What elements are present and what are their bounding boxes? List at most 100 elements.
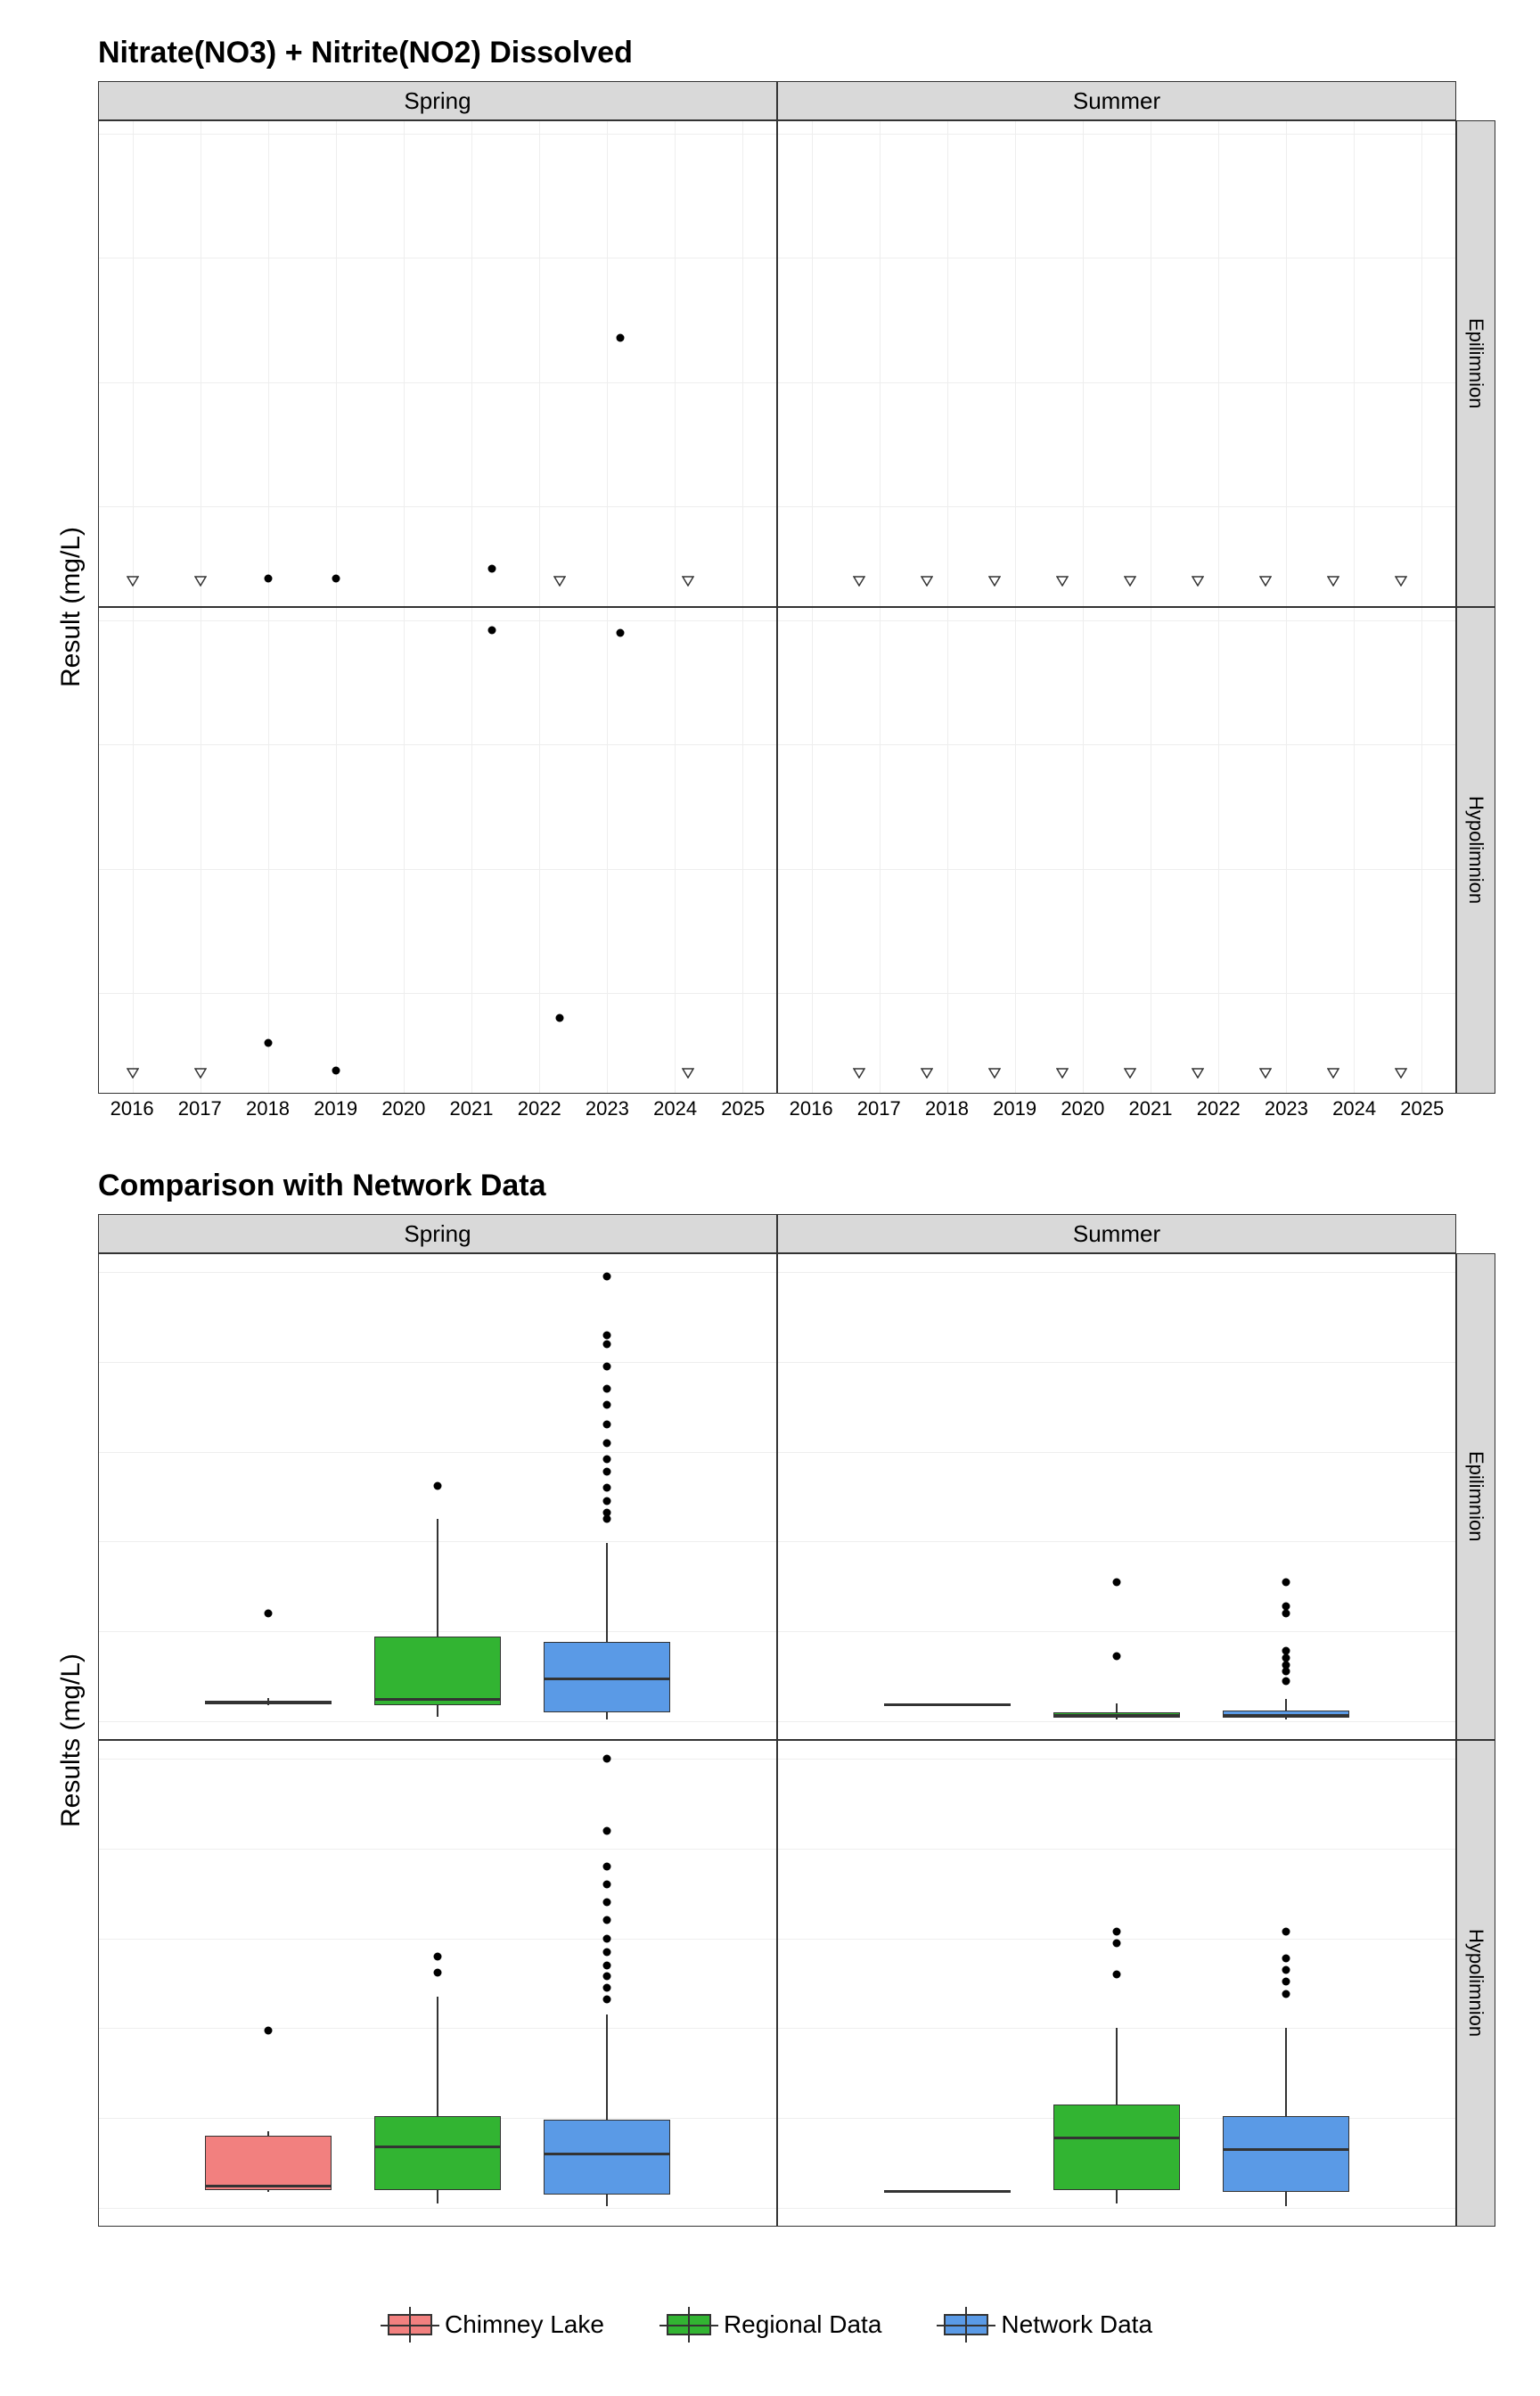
x-tick-label: 2022	[1197, 1097, 1241, 1120]
outlier-point	[603, 1934, 611, 1942]
data-point	[617, 333, 625, 341]
boxplot-box	[544, 2120, 671, 2195]
outlier-point	[1282, 1927, 1290, 1935]
non-detect-marker	[194, 1068, 207, 1079]
legend-swatch-chimney	[388, 2314, 432, 2335]
outlier-point	[603, 1984, 611, 1992]
boxplot-box	[374, 2116, 502, 2190]
outlier-point	[603, 1439, 611, 1447]
row-header-hypo-2: Hypolimnion	[1456, 1740, 1495, 2227]
outlier-point	[1282, 1978, 1290, 1986]
outlier-point	[603, 1996, 611, 2004]
outlier-point	[434, 1952, 442, 1960]
outlier-point	[1113, 1578, 1121, 1586]
box-spring-hypo: 0.00.10.20.30.40.5 Nitrate(NO3) + Nitrit…	[98, 1740, 777, 2227]
legend-label-regional: Regional Data	[724, 2310, 881, 2339]
outlier-point	[603, 1273, 611, 1281]
x-tick-label: 2023	[586, 1097, 629, 1120]
outlier-point	[603, 1755, 611, 1763]
legend-network: Network Data	[944, 2310, 1152, 2339]
outlier-point	[603, 1498, 611, 1506]
outlier-point	[603, 1826, 611, 1834]
x-tick-label: 2024	[1332, 1097, 1376, 1120]
page: Nitrate(NO3) + Nitrite(NO2) Dissolved Re…	[0, 0, 1540, 2396]
non-detect-marker	[553, 576, 566, 587]
legend: Chimney Lake Regional Data Network Data	[45, 2310, 1495, 2339]
col-header-spring: Spring	[98, 81, 777, 120]
outlier-point	[1282, 1954, 1290, 1962]
non-detect-marker	[1327, 576, 1339, 587]
data-point	[265, 1039, 273, 1047]
data-point	[487, 565, 496, 573]
non-detect-marker	[988, 576, 1001, 587]
outlier-point	[1282, 1990, 1290, 1998]
non-detect-marker	[127, 576, 139, 587]
x-tick-label: 2019	[314, 1097, 357, 1120]
boxplot-box	[1053, 2105, 1181, 2190]
data-point	[555, 1014, 563, 1022]
outlier-point	[1282, 1654, 1290, 1662]
box-summer-hypo: Nitrate(NO3) + Nitrite(NO2) Dissolved	[777, 1740, 1456, 2227]
non-detect-marker	[1124, 1068, 1136, 1079]
x-tick-label: 2016	[790, 1097, 833, 1120]
x-tick-label: 2023	[1265, 1097, 1308, 1120]
non-detect-marker	[1259, 1068, 1272, 1079]
outlier-point	[603, 1972, 611, 1980]
non-detect-marker	[1192, 576, 1204, 587]
non-detect-marker	[682, 576, 694, 587]
outlier-point	[434, 1481, 442, 1489]
scatter-summer-epi	[777, 120, 1456, 607]
outlier-point	[603, 1331, 611, 1339]
non-detect-marker	[1056, 576, 1069, 587]
box-grid: Results (mg/L) Spring Summer Epilimnion …	[45, 1214, 1495, 2266]
x-tick-label: 2017	[178, 1097, 222, 1120]
top-title: Nitrate(NO3) + Nitrite(NO2) Dissolved	[98, 36, 1495, 70]
y-axis-label-2: Results (mg/L)	[45, 1253, 98, 2227]
data-point	[617, 628, 625, 636]
boxplot-box	[1223, 2116, 1350, 2192]
x-tick-label: 2022	[518, 1097, 561, 1120]
row-header-epi: Epilimnion	[1456, 120, 1495, 607]
non-detect-marker	[194, 576, 207, 587]
x-tick-label: 2018	[246, 1097, 290, 1120]
outlier-point	[603, 1961, 611, 1969]
boxplot-box	[374, 1637, 502, 1705]
legend-swatch-regional	[667, 2314, 711, 2335]
non-detect-marker	[1395, 576, 1407, 587]
legend-label-chimney: Chimney Lake	[445, 2310, 604, 2339]
x-tick-label: 2025	[721, 1097, 765, 1120]
scatter-spring-hypo: 0.050.100.150.20	[98, 607, 777, 1094]
non-detect-marker	[682, 1068, 694, 1079]
outlier-point	[1282, 1602, 1290, 1610]
box-spring-epi: 0.00.10.20.30.40.5	[98, 1253, 777, 1740]
outlier-point	[603, 1340, 611, 1348]
x-tick-label: 2025	[1400, 1097, 1444, 1120]
outlier-point	[1282, 1677, 1290, 1685]
x-tick-label: 2017	[857, 1097, 901, 1120]
x-axis-box	[98, 2227, 1456, 2266]
x-axis-years: 2016201720182019202020212022202320242025…	[98, 1094, 1456, 1133]
col-header-summer-2: Summer	[777, 1214, 1456, 1253]
outlier-point	[603, 1483, 611, 1491]
outlier-point	[603, 1401, 611, 1409]
outlier-point	[603, 1385, 611, 1393]
row-header-epi-2: Epilimnion	[1456, 1253, 1495, 1740]
outlier-point	[1113, 1970, 1121, 1978]
y-axis-label: Result (mg/L)	[45, 120, 98, 1094]
legend-label-network: Network Data	[1001, 2310, 1152, 2339]
x-tick-label: 2021	[1129, 1097, 1173, 1120]
outlier-point	[1282, 1578, 1290, 1586]
x-tick-label: 2021	[450, 1097, 494, 1120]
scatter-grid: Result (mg/L) Spring Summer Epilimnion H…	[45, 81, 1495, 1133]
legend-swatch-network	[944, 2314, 988, 2335]
outlier-point	[603, 1455, 611, 1463]
boxplot-box	[205, 2136, 332, 2189]
non-detect-marker	[921, 576, 933, 587]
outlier-point	[603, 1899, 611, 1907]
outlier-point	[1282, 1647, 1290, 1655]
data-point	[265, 575, 273, 583]
non-detect-marker	[1395, 1068, 1407, 1079]
non-detect-marker	[127, 1068, 139, 1079]
outlier-point	[434, 1968, 442, 1976]
scatter-spring-epi: 0.050.100.150.20	[98, 120, 777, 607]
